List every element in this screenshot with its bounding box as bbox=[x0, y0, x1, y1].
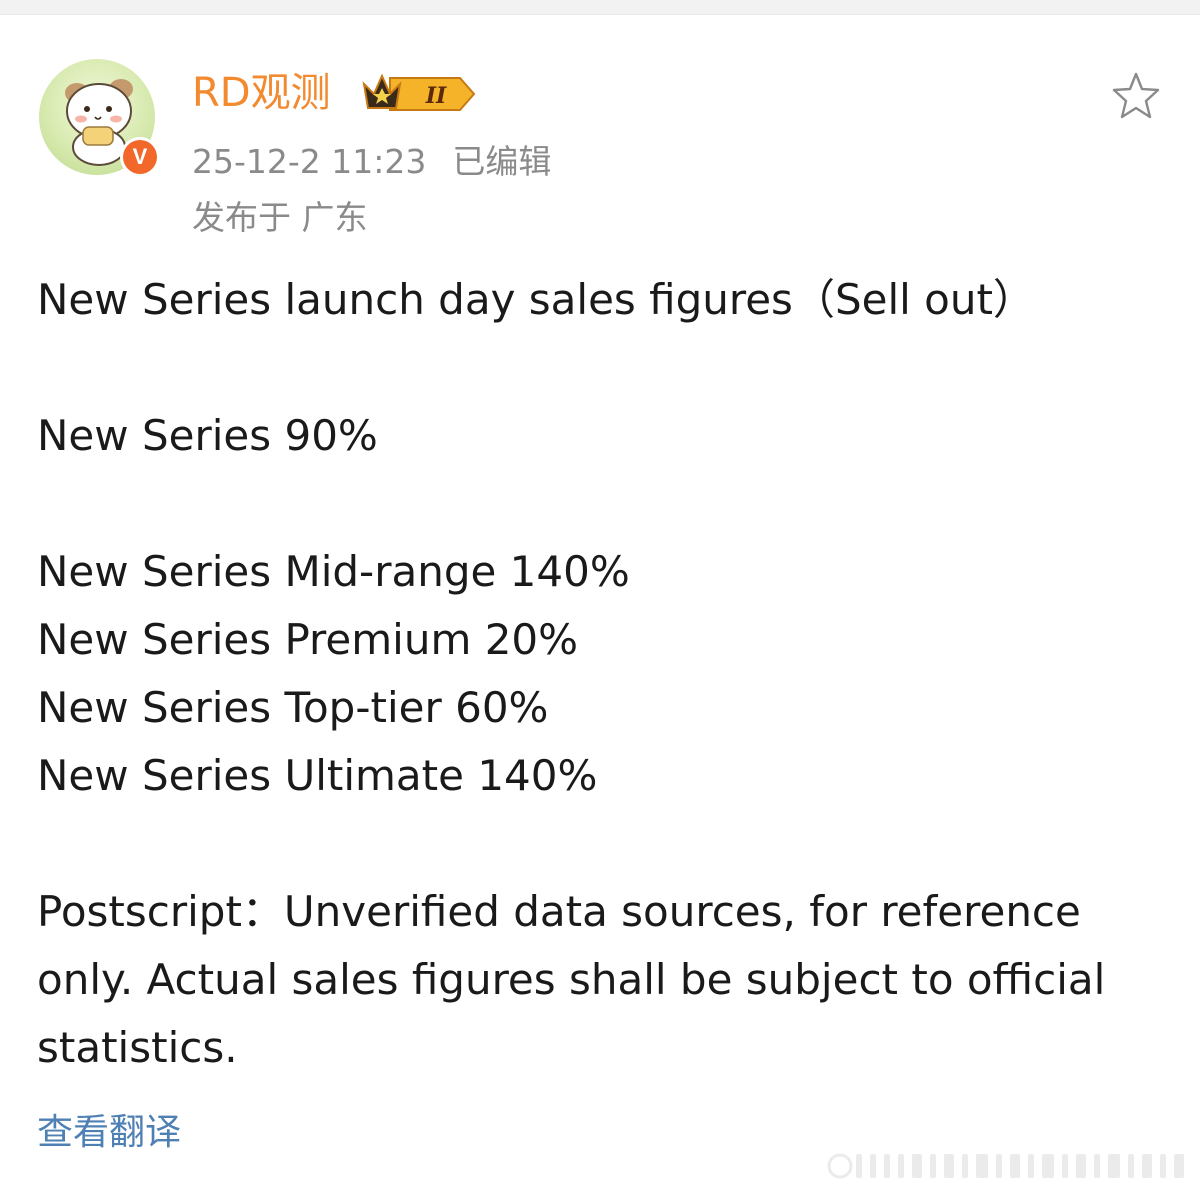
post-meta: 25-12-2 11:23 已编辑 bbox=[192, 140, 551, 184]
watermark bbox=[827, 1153, 1184, 1179]
level-badge-text: II bbox=[425, 83, 447, 109]
post-tier-line: New Series Mid-range 140% bbox=[37, 547, 630, 596]
crown-icon[interactable]: II bbox=[360, 70, 478, 114]
verified-badge: V bbox=[120, 137, 160, 177]
edited-label[interactable]: 已编辑 bbox=[452, 142, 551, 181]
post-postscript: Postscript：Unverified data sources, for … bbox=[37, 887, 1106, 1072]
translate-link[interactable]: 查看翻译 bbox=[37, 1108, 181, 1158]
post-timestamp: 25-12-2 11:23 bbox=[192, 142, 427, 181]
post-body: New Series launch day sales figures（Sell… bbox=[37, 266, 1157, 1082]
top-divider bbox=[0, 0, 1200, 15]
post-location: 发布于 广东 bbox=[192, 198, 368, 237]
post-tier-line: New Series Premium 20% bbox=[37, 615, 579, 664]
post-tier-line: New Series Top-tier 60% bbox=[37, 683, 549, 732]
post-base-line: New Series 90% bbox=[37, 411, 378, 460]
star-outline-icon[interactable] bbox=[1110, 70, 1162, 122]
author-name[interactable]: RD观测 bbox=[192, 66, 331, 120]
verified-v-icon: V bbox=[123, 140, 157, 174]
post-title-line: New Series launch day sales figures（Sell… bbox=[37, 275, 1035, 324]
post-tier-line: New Series Ultimate 140% bbox=[37, 751, 598, 800]
